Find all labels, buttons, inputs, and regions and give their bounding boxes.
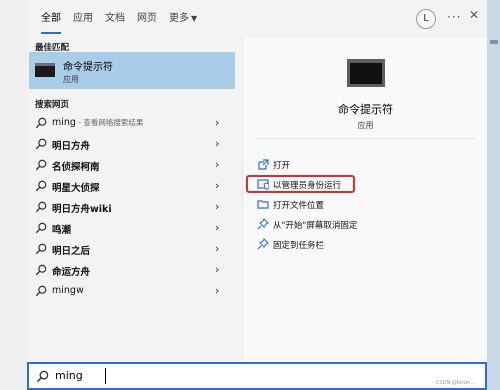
tab-all[interactable]: 全部 [41, 0, 61, 38]
desktop-icon-fragment [490, 40, 498, 44]
web-search-heading: 搜索网页 [35, 100, 70, 110]
web-search-item-hint: - 查看网络搜索结果 [75, 118, 144, 127]
action-item[interactable]: 打开文件位置 [257, 196, 472, 214]
close-icon[interactable]: ✕ [469, 8, 479, 22]
web-search-item[interactable]: 明日方舟 › [27, 134, 242, 155]
action-item[interactable]: 固定到任务栏 [257, 236, 472, 254]
detail-subtitle: 应用 [357, 121, 374, 130]
action-label: 打开 [273, 161, 291, 171]
web-search-item-label: 明星大侦探 [52, 180, 100, 194]
web-search-item-label: 名侦探柯南 [52, 159, 100, 173]
search-icon [35, 159, 47, 171]
web-search-item[interactable]: 明日方舟wiki › [27, 197, 242, 218]
results-list: 最佳匹配 命令提示符 应用 搜索网页 ming - 查看网络搜索结果 › 明日方舟 ›… [27, 38, 242, 362]
web-search-item[interactable]: ming - 查看网络搜索结果 › [27, 113, 242, 134]
tab-web[interactable]: 网页 [137, 0, 157, 38]
web-search-item[interactable]: 明日之后 › [27, 239, 242, 260]
chevron-right-icon[interactable]: › [215, 158, 219, 171]
chevron-right-icon[interactable]: › [215, 284, 219, 297]
web-search-item-text: 鸣潮 [52, 225, 72, 236]
web-search-item-label: 明日方舟wiki [52, 201, 112, 215]
search-icon [35, 222, 47, 234]
tab-documents[interactable]: 文档 [105, 0, 125, 38]
watermark: CSDN @Kevin... [436, 380, 476, 386]
action-label: 固定到任务栏 [273, 241, 325, 251]
web-search-item-text: 明日方舟 [52, 141, 91, 152]
web-search-item[interactable]: 鸣潮 › [27, 218, 242, 239]
best-match-item[interactable]: 命令提示符 应用 [29, 52, 235, 89]
best-match-title: 命令提示符 [63, 62, 113, 73]
chevron-down-icon: ▼ [191, 14, 198, 23]
search-input[interactable]: ming [55, 369, 83, 382]
search-icon [35, 285, 47, 297]
web-search-item-label: ming - 查看网络搜索结果 [52, 117, 143, 128]
web-search-item-text: mingw [52, 285, 84, 296]
folder-icon [257, 200, 269, 209]
chevron-right-icon[interactable]: › [215, 179, 219, 192]
search-icon [35, 243, 47, 255]
web-search-item-text: 明星大侦探 [52, 183, 100, 194]
avatar[interactable]: L [416, 9, 436, 29]
run-as-admin-highlight [246, 175, 355, 193]
action-label: 打开文件位置 [273, 201, 325, 211]
best-match-subtitle: 应用 [63, 75, 79, 84]
search-icon [35, 201, 47, 213]
web-search-item[interactable]: 命运方舟 › [27, 260, 242, 281]
chevron-right-icon[interactable]: › [215, 137, 219, 150]
chevron-right-icon[interactable]: › [215, 242, 219, 255]
chevron-right-icon[interactable]: › [215, 116, 219, 129]
detail-pane: 命令提示符 应用 打开 以管理员身份运行 打开文件位置 从"开始"屏幕取消固定 固定到任… [242, 38, 487, 362]
web-search-item-text: ming [52, 117, 76, 128]
search-box[interactable]: ming [27, 362, 487, 390]
unpin-icon [257, 218, 269, 230]
search-icon [36, 370, 49, 383]
desktop-background [486, 0, 500, 390]
tab-more-label: 更多 [169, 13, 189, 24]
action-label: 从"开始"屏幕取消固定 [273, 221, 358, 231]
open-icon [258, 159, 269, 170]
ellipsis-icon[interactable]: ··· [447, 10, 461, 24]
panel-header: 全部 应用 文档 网页 更多 ▼ L ··· ✕ [27, 0, 487, 38]
cmd-icon [35, 63, 55, 77]
web-search-item[interactable]: 名侦探柯南 › [27, 155, 242, 176]
search-icon [35, 138, 47, 150]
web-search-item-text: 命运方舟 [52, 267, 91, 278]
cmd-large-icon [347, 59, 385, 87]
chevron-right-icon[interactable]: › [215, 221, 219, 234]
search-icon [35, 180, 47, 192]
action-item[interactable]: 从"开始"屏幕取消固定 [257, 216, 472, 234]
start-search-panel: 全部 应用 文档 网页 更多 ▼ L ··· ✕ 最佳匹配 命令提示符 应用 搜索… [27, 0, 487, 362]
chevron-right-icon[interactable]: › [215, 263, 219, 276]
action-item[interactable]: 打开 [257, 156, 472, 174]
web-search-item-text: 明日之后 [52, 246, 91, 257]
web-search-item[interactable]: 明星大侦探 › [27, 176, 242, 197]
pin-taskbar-icon [257, 238, 269, 250]
web-search-item-text: 明日方舟wiki [52, 204, 112, 215]
web-search-item-label: 鸣潮 [52, 222, 71, 236]
web-search-item-text: 名侦探柯南 [52, 162, 100, 173]
search-icon [35, 117, 47, 129]
detail-title: 命令提示符 [338, 103, 393, 116]
divider [257, 138, 475, 139]
web-search-item-label: 命运方舟 [52, 264, 90, 278]
web-search-item[interactable]: mingw › [27, 281, 242, 302]
chevron-right-icon[interactable]: › [215, 200, 219, 213]
web-search-item-label: mingw [52, 285, 84, 296]
tab-more[interactable]: 更多 ▼ [169, 0, 197, 38]
filter-tabs: 全部 应用 文档 网页 更多 ▼ [27, 0, 209, 38]
web-search-item-label: 明日方舟 [52, 138, 90, 152]
search-icon [35, 264, 47, 276]
tab-apps[interactable]: 应用 [73, 0, 93, 38]
web-search-item-label: 明日之后 [52, 243, 90, 257]
text-cursor [105, 368, 106, 384]
